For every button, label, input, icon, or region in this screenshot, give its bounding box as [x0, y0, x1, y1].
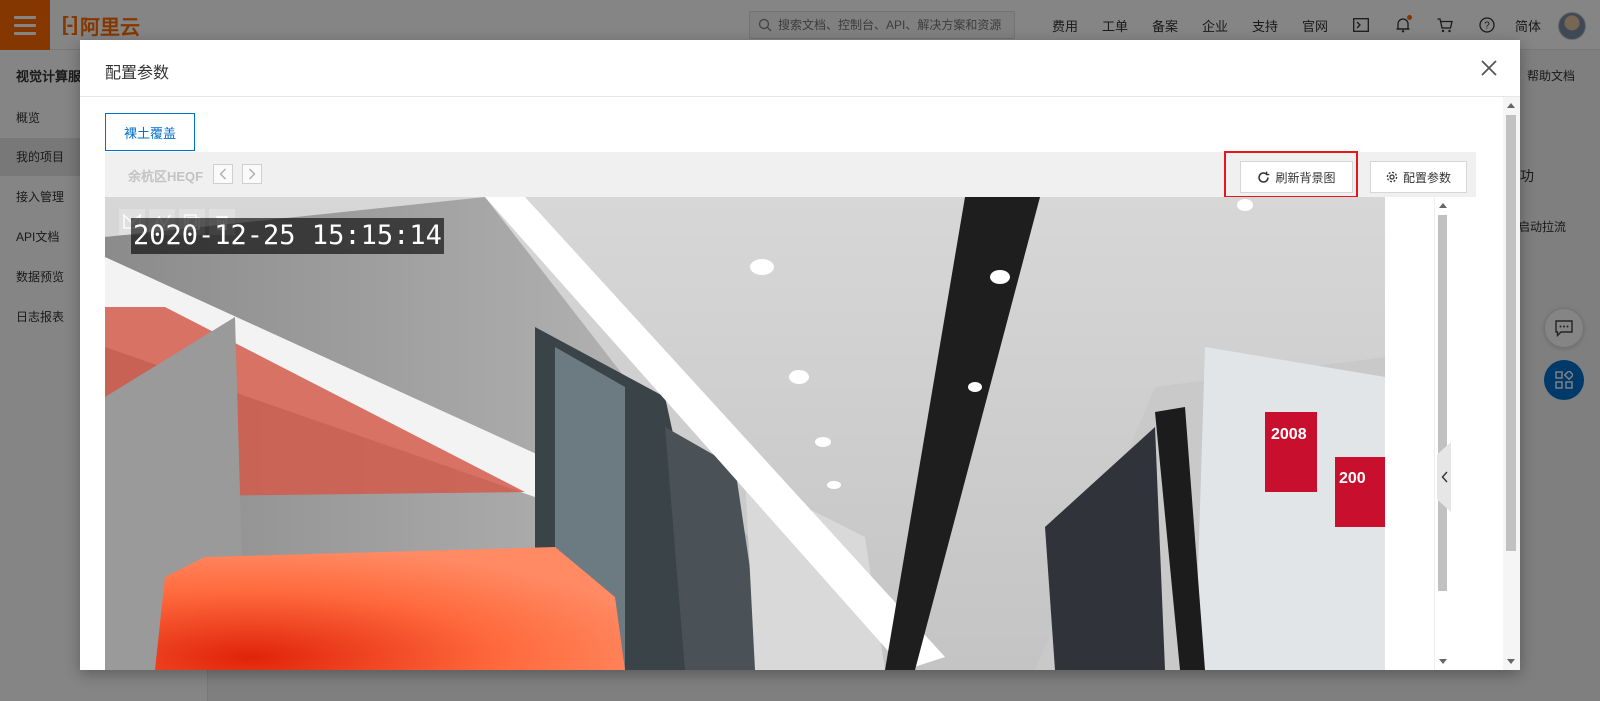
dialog-scroll-down-arrow-icon[interactable]: [1507, 659, 1515, 664]
scroll-down-arrow-icon[interactable]: [1439, 659, 1447, 664]
camera-toolbar: 余杭区HEQF 刷新背景图 配置参数: [105, 151, 1476, 198]
video-timestamp: 2020-12-25 15:15:14: [131, 218, 444, 254]
dialog-header: 配置参数: [80, 40, 1520, 97]
dialog-body: 裸土覆盖 余杭区HEQF 刷新背景图 配置参数 2008 200 2020-12…: [80, 97, 1520, 670]
close-icon[interactable]: [1478, 57, 1500, 79]
camera-name: 余杭区HEQF: [128, 169, 204, 184]
dialog-scrollbar-thumb[interactable]: [1506, 115, 1516, 551]
next-camera-button[interactable]: [242, 164, 262, 184]
scroll-up-arrow-icon[interactable]: [1439, 203, 1447, 208]
config-params-label: 配置参数: [1402, 170, 1451, 185]
refresh-icon: [1258, 171, 1270, 183]
gear-icon: [1386, 171, 1398, 183]
prev-camera-button[interactable]: [213, 164, 233, 184]
config-dialog: 配置参数 裸土覆盖 余杭区HEQF 刷新背景图 配置参数 2008 200 20…: [80, 40, 1520, 670]
canvas-scrollbar[interactable]: [1434, 197, 1450, 670]
refresh-background-button[interactable]: 刷新背景图: [1240, 161, 1353, 193]
dialog-scrollbar[interactable]: [1503, 97, 1520, 670]
svg-text:2008: 2008: [1271, 426, 1307, 443]
svg-text:200: 200: [1339, 470, 1366, 487]
camera-canvas[interactable]: 2008 200 2020-12-25 15:15:14: [105, 197, 1385, 670]
dialog-title: 配置参数: [105, 65, 170, 82]
refresh-background-label: 刷新背景图: [1275, 170, 1336, 185]
chevron-right-icon: [249, 168, 256, 180]
tab-bare-soil-cover[interactable]: 裸土覆盖: [105, 113, 195, 151]
camera-frame-image: 2008 200: [105, 197, 1385, 670]
chevron-left-icon: [1441, 471, 1448, 483]
dialog-scroll-up-arrow-icon[interactable]: [1507, 103, 1515, 108]
config-params-button[interactable]: 配置参数: [1370, 161, 1467, 193]
chevron-left-icon: [219, 168, 226, 180]
canvas-scrollbar-thumb[interactable]: [1438, 215, 1447, 591]
